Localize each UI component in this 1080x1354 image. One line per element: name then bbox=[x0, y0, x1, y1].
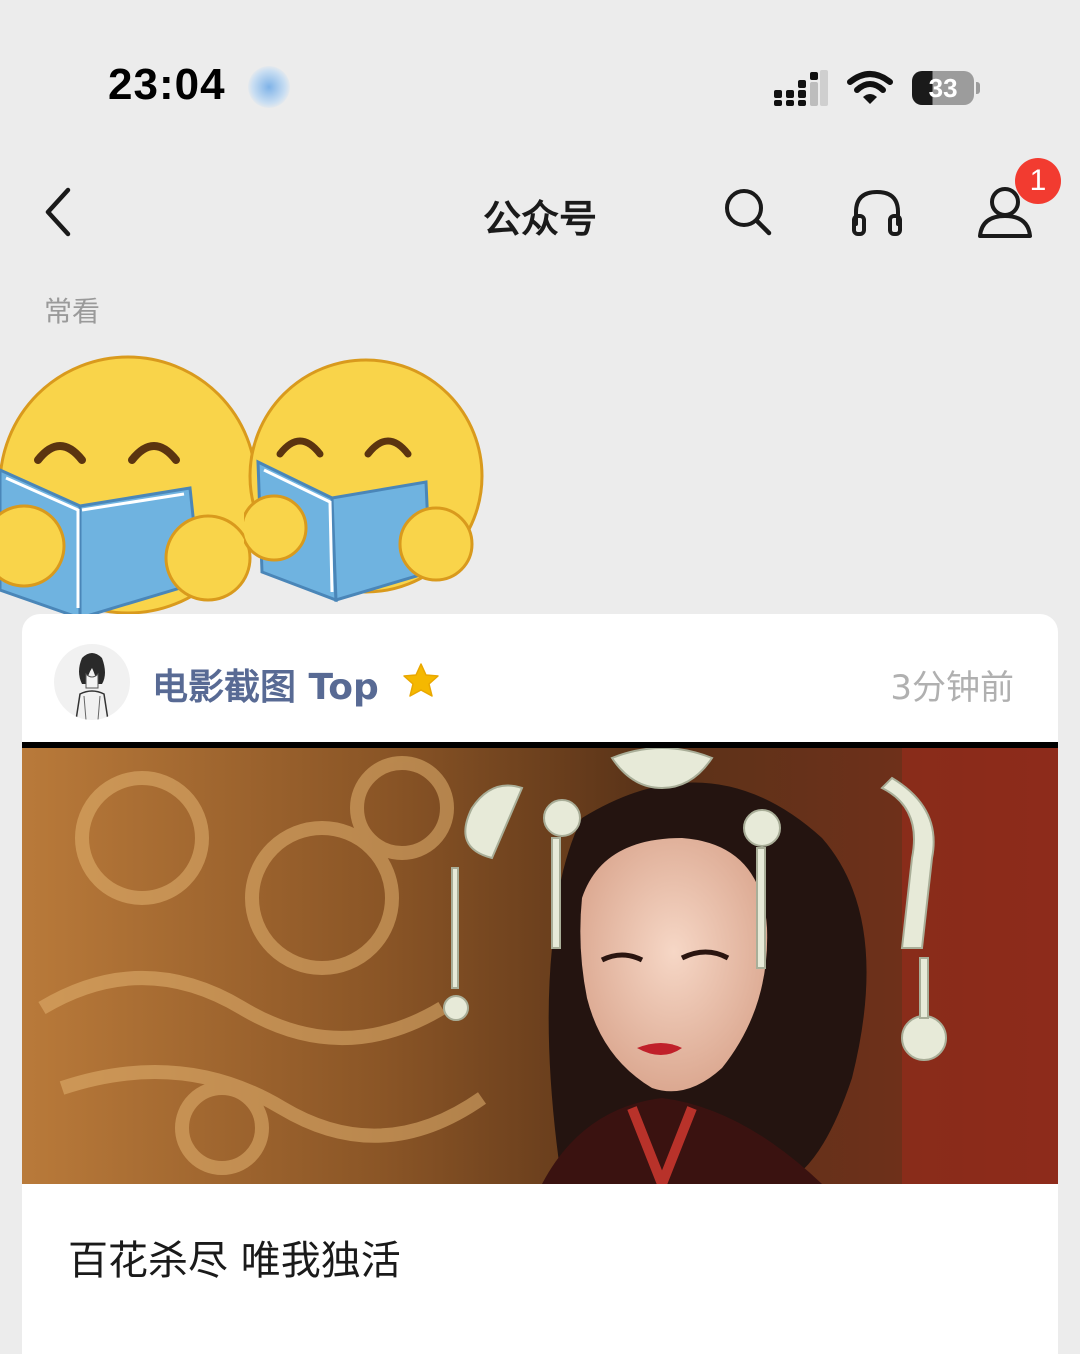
account-avatar[interactable] bbox=[54, 644, 130, 720]
battery-nub bbox=[976, 82, 980, 94]
article-card[interactable]: 电影截图 Top 3分钟前 百花杀尽 唯我独活 bbox=[22, 614, 1058, 1354]
page-title: 公众号 bbox=[482, 197, 597, 241]
section-label-frequently-read: 常看 bbox=[44, 295, 101, 328]
star-icon bbox=[403, 663, 439, 697]
back-arrow-icon[interactable] bbox=[38, 184, 78, 240]
reading-emoji-icon bbox=[0, 355, 258, 620]
wifi-icon bbox=[847, 71, 893, 104]
reading-emoji-icon bbox=[244, 358, 484, 603]
search-icon[interactable] bbox=[722, 186, 774, 238]
battery-level: 33 bbox=[912, 71, 975, 105]
location-indicator-icon bbox=[248, 66, 290, 108]
article-cover-image[interactable] bbox=[22, 742, 1058, 1184]
notification-badge: 1 bbox=[1015, 158, 1061, 204]
headphones-icon[interactable] bbox=[850, 186, 904, 238]
post-timestamp: 3分钟前 bbox=[890, 668, 1014, 708]
cellular-signal-icon bbox=[774, 70, 828, 106]
article-card-header[interactable]: 电影截图 Top 3分钟前 bbox=[22, 614, 1058, 744]
article-title[interactable]: 百花杀尽 唯我独活 bbox=[68, 1228, 401, 1286]
account-name[interactable]: 电影截图 Top bbox=[152, 658, 379, 710]
battery-indicator: 33 bbox=[912, 70, 980, 106]
status-time: 23:04 bbox=[108, 60, 226, 109]
